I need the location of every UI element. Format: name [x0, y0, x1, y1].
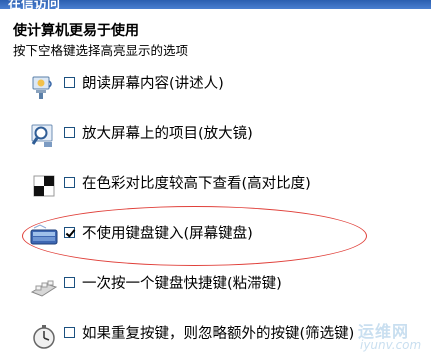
- option-narrator[interactable]: 朗读屏幕内容(讲述人): [30, 68, 420, 104]
- window-titlebar: 在信访问: [0, 0, 431, 9]
- magnifier-icon: [31, 124, 53, 147]
- option-checkbox[interactable]: [64, 77, 75, 88]
- option-magnifier[interactable]: 放大屏幕上的项目(放大镜): [30, 118, 420, 154]
- option-label: 朗读屏幕内容(讲述人): [82, 76, 224, 92]
- watermark: 运维网 iyunv.com: [330, 318, 430, 357]
- watermark-url: iyunv.com: [360, 338, 422, 352]
- section-heading: 使计算机更易于使用: [13, 23, 139, 39]
- sticky-keys-icon: [30, 280, 58, 297]
- option-checkbox[interactable]: [64, 177, 75, 188]
- narrator-icon: [32, 76, 52, 99]
- highlight-annotation-ellipse: [22, 206, 367, 266]
- section-subheading: 按下空格键选择高亮显示的选项: [13, 43, 189, 58]
- option-sticky-keys[interactable]: 一次按一个键盘快捷键(粘滞键): [30, 268, 420, 304]
- option-checkbox[interactable]: [64, 127, 75, 138]
- window-title: 在信访问: [8, 0, 61, 9]
- option-checkbox[interactable]: [64, 277, 75, 288]
- filter-keys-icon: [33, 325, 55, 349]
- option-label: 如果重复按键，则忽略额外的按键(筛选键): [82, 326, 355, 342]
- option-label: 放大屏幕上的项目(放大镜): [82, 126, 253, 142]
- option-label: 在色彩对比度较高下查看(高对比度): [82, 176, 311, 192]
- option-checkbox[interactable]: [64, 327, 75, 338]
- option-label: 一次按一个键盘快捷键(粘滞键): [82, 276, 282, 292]
- high-contrast-icon: [33, 175, 55, 197]
- option-high-contrast[interactable]: 在色彩对比度较高下查看(高对比度): [30, 168, 420, 204]
